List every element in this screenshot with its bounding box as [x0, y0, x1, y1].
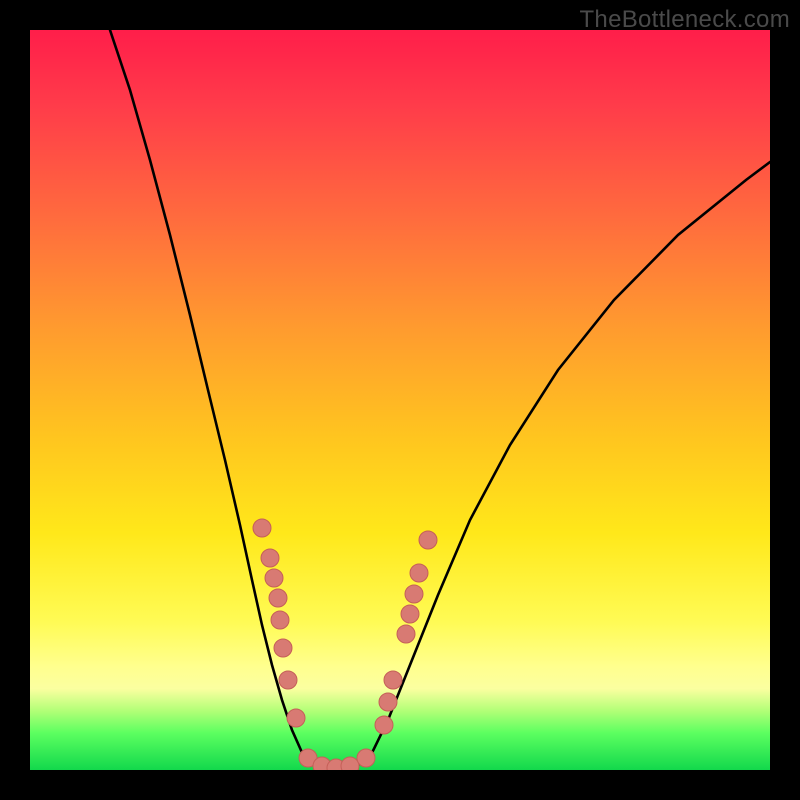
marker-dot	[401, 605, 419, 623]
marker-dot	[341, 757, 359, 770]
marker-dot	[419, 531, 437, 549]
watermark-text: TheBottleneck.com	[579, 6, 790, 34]
marker-dot	[265, 569, 283, 587]
marker-dot	[379, 693, 397, 711]
marker-dot	[405, 585, 423, 603]
plot-area	[30, 30, 770, 770]
chart-svg	[30, 30, 770, 770]
marker-dots	[253, 519, 437, 770]
marker-dot	[274, 639, 292, 657]
marker-dot	[261, 549, 279, 567]
marker-dot	[271, 611, 289, 629]
marker-dot	[269, 589, 287, 607]
chart-frame: TheBottleneck.com	[0, 0, 800, 800]
marker-dot	[357, 749, 375, 767]
bottleneck-curve	[110, 30, 770, 768]
marker-dot	[375, 716, 393, 734]
marker-dot	[287, 709, 305, 727]
marker-dot	[384, 671, 402, 689]
marker-dot	[279, 671, 297, 689]
marker-dot	[397, 625, 415, 643]
marker-dot	[253, 519, 271, 537]
marker-dot	[410, 564, 428, 582]
